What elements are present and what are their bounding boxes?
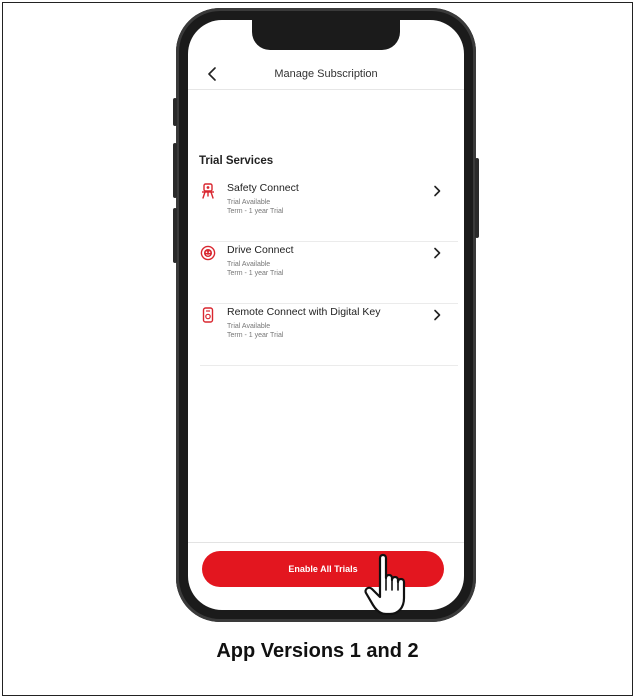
chevron-right-icon xyxy=(432,244,442,259)
pointing-hand-icon xyxy=(362,552,418,618)
service-term: Term - 1 year Trial xyxy=(227,208,284,215)
service-name: Drive Connect xyxy=(227,244,294,256)
phone-device: Manage Subscription Trial Services Safet… xyxy=(173,8,479,622)
service-status: Trial Available xyxy=(227,199,271,206)
service-term: Term - 1 year Trial xyxy=(227,332,284,339)
service-item-remote-connect[interactable]: Remote Connect with Digital Key Trial Av… xyxy=(200,304,458,366)
service-status: Trial Available xyxy=(227,261,271,268)
remote-connect-icon xyxy=(200,307,216,323)
chevron-right-icon xyxy=(432,306,442,321)
footer-divider xyxy=(188,542,464,543)
power-button xyxy=(475,158,479,238)
safety-connect-icon xyxy=(200,183,216,199)
app-header: Manage Subscription xyxy=(188,60,464,90)
service-name: Remote Connect with Digital Key xyxy=(227,306,381,318)
drive-connect-icon xyxy=(200,245,216,261)
chevron-right-icon xyxy=(432,182,442,197)
figure-caption: App Versions 1 and 2 xyxy=(216,640,419,662)
service-term: Term - 1 year Trial xyxy=(227,270,284,277)
section-title: Trial Services xyxy=(199,155,274,167)
volume-up-button xyxy=(173,143,177,198)
phone-screen: Manage Subscription Trial Services Safet… xyxy=(188,20,464,610)
service-item-drive-connect[interactable]: Drive Connect Trial Available Term - 1 y… xyxy=(200,242,458,304)
service-name: Safety Connect xyxy=(227,182,299,194)
service-item-safety-connect[interactable]: Safety Connect Trial Available Term - 1 … xyxy=(200,180,458,242)
phone-notch xyxy=(252,20,400,50)
page-title: Manage Subscription xyxy=(274,68,378,80)
mute-switch xyxy=(173,98,177,126)
volume-down-button xyxy=(173,208,177,263)
service-status: Trial Available xyxy=(227,323,271,330)
